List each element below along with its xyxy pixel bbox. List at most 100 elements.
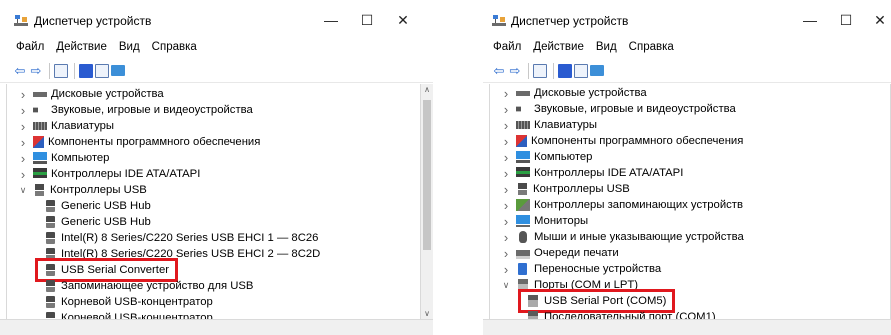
chevron-right-icon[interactable]: › <box>16 135 30 150</box>
chevron-right-icon[interactable]: › <box>499 198 513 213</box>
tree-item-label: Дисковые устройства <box>51 88 164 100</box>
tree-category[interactable]: › Мониторы <box>499 213 588 229</box>
tree-item-label: Корневой USB-концентратор <box>61 296 213 308</box>
menu-view[interactable]: Вид <box>119 41 140 53</box>
chevron-right-icon[interactable]: › <box>499 150 513 165</box>
chevron-right-icon[interactable]: › <box>499 102 513 117</box>
menu-action[interactable]: Действие <box>533 41 584 53</box>
tree-device[interactable]: Корневой USB-концентратор <box>44 294 213 310</box>
tree-category[interactable]: › Звуковые, игровые и видеоустройства <box>499 101 736 117</box>
chevron-right-icon[interactable]: › <box>16 119 30 134</box>
menu-view[interactable]: Вид <box>596 41 617 53</box>
tree-category[interactable]: ∨ Контроллеры USB <box>16 182 147 198</box>
tree-item-label: Очереди печати <box>534 247 619 259</box>
device-manager-window-left: Диспетчер устройств — ☐ ✕ Файл Действие … <box>0 0 433 335</box>
tree-item-label: Клавиатуры <box>534 119 598 131</box>
forward-arrow-icon[interactable]: ⇨ <box>29 62 43 80</box>
toolbar-separator <box>49 62 50 79</box>
view-icon[interactable] <box>574 62 588 80</box>
toolbar-separator <box>553 62 554 79</box>
help-icon[interactable] <box>79 62 93 80</box>
chevron-right-icon[interactable]: › <box>16 151 30 166</box>
tree-category[interactable]: › Дисковые устройства <box>499 85 647 101</box>
menu-file[interactable]: Файл <box>493 41 521 53</box>
tree-category[interactable]: › Очереди печати <box>499 245 619 261</box>
chevron-right-icon[interactable]: › <box>16 167 30 182</box>
tree-category[interactable]: › Контроллеры запоминающих устройств <box>499 197 743 213</box>
tree-category[interactable]: › Компьютер <box>499 149 593 165</box>
tree-category[interactable]: › Компоненты программного обеспечения <box>499 133 744 149</box>
menu-file[interactable]: Файл <box>16 41 44 53</box>
chevron-down-icon[interactable]: ∨ <box>16 185 30 196</box>
forward-arrow-icon[interactable]: ⇨ <box>508 62 522 80</box>
tree-device[interactable]: Запоминающее устройство для USB <box>44 278 253 294</box>
scroll-up-arrow-icon[interactable]: ∧ <box>421 85 433 94</box>
scan-hardware-icon[interactable] <box>111 62 125 80</box>
chevron-right-icon[interactable]: › <box>16 103 30 118</box>
minimize-button[interactable]: — <box>797 9 823 31</box>
device-manager-icon <box>14 15 28 26</box>
port-device-icon <box>528 311 538 319</box>
tree-category[interactable]: › Дисковые устройства <box>16 86 164 102</box>
scroll-down-arrow-icon[interactable]: ∨ <box>421 309 433 318</box>
chevron-right-icon[interactable]: › <box>16 87 30 102</box>
tree-category[interactable]: › Звуковые, игровые и видеоустройства <box>16 102 253 118</box>
tree-item-label: Контроллеры USB <box>533 183 630 195</box>
tree-item-label: Клавиатуры <box>51 120 115 132</box>
menu-help[interactable]: Справка <box>152 41 197 53</box>
disk-drive-icon <box>516 87 530 99</box>
tree-category[interactable]: › Компьютер <box>16 150 110 166</box>
window-title: Диспетчер устройств <box>511 14 629 28</box>
scrollbar-thumb[interactable] <box>423 100 431 250</box>
tree-item-label: Контроллеры запоминающих устройств <box>534 199 743 211</box>
tree-device[interactable]: Intel(R) 8 Series/C220 Series USB EHCI 1… <box>44 230 318 246</box>
chevron-right-icon[interactable]: › <box>499 182 513 197</box>
vertical-scrollbar[interactable]: ∧ ∨ <box>421 84 433 319</box>
keyboard-icon <box>33 122 47 130</box>
usb-device-icon <box>46 216 55 228</box>
close-button[interactable]: ✕ <box>867 9 891 31</box>
chevron-right-icon[interactable]: › <box>499 86 513 101</box>
back-arrow-icon[interactable]: ⇦ <box>13 62 27 80</box>
chevron-right-icon[interactable]: › <box>499 230 513 245</box>
maximize-button[interactable]: ☐ <box>354 9 380 31</box>
menu-action[interactable]: Действие <box>56 41 107 53</box>
tree-category[interactable]: › Мыши и иные указывающие устройства <box>499 229 744 245</box>
chevron-right-icon[interactable]: › <box>499 214 513 229</box>
chevron-right-icon[interactable]: › <box>499 166 513 181</box>
computer-icon <box>33 152 47 164</box>
tree-category[interactable]: › Компоненты программного обеспечения <box>16 134 261 150</box>
properties-icon[interactable] <box>54 62 68 80</box>
tree-category[interactable]: › Клавиатуры <box>16 118 114 134</box>
menu-help[interactable]: Справка <box>629 41 674 53</box>
device-manager-icon <box>492 15 506 26</box>
help-icon[interactable] <box>558 62 572 80</box>
scan-hardware-icon[interactable] <box>590 62 604 80</box>
tree-item-label: Контроллеры USB <box>50 184 147 196</box>
tree-category[interactable]: › Контроллеры IDE ATA/ATAPI <box>16 166 201 182</box>
tree-category[interactable]: › Контроллеры USB <box>499 181 630 197</box>
maximize-button[interactable]: ☐ <box>833 9 859 31</box>
tree-device[interactable]: Generic USB Hub <box>44 198 151 214</box>
tree-item-label: Контроллеры IDE ATA/ATAPI <box>51 168 201 180</box>
tree-item-label: Мыши и иные указывающие устройства <box>534 231 744 243</box>
tree-device[interactable]: Generic USB Hub <box>44 214 151 230</box>
chevron-down-icon[interactable]: ∨ <box>499 280 513 291</box>
minimize-button[interactable]: — <box>318 9 344 31</box>
back-arrow-icon[interactable]: ⇦ <box>492 62 506 80</box>
chevron-right-icon[interactable]: › <box>499 246 513 261</box>
toolbar-separator <box>74 62 75 79</box>
close-button[interactable]: ✕ <box>390 9 416 31</box>
tree-category[interactable]: › Контроллеры IDE ATA/ATAPI <box>499 165 684 181</box>
tree-item-label: Дисковые устройства <box>534 87 647 99</box>
properties-icon[interactable] <box>533 62 547 80</box>
tree-category[interactable]: › Клавиатуры <box>499 117 597 133</box>
device-tree: › Дисковые устройства › Звуковые, игровые и… <box>489 84 891 319</box>
chevron-right-icon[interactable]: › <box>499 134 513 149</box>
tree-device[interactable]: Последовательный порт (COM1) <box>527 309 716 319</box>
chevron-right-icon[interactable]: › <box>499 118 513 133</box>
view-icon[interactable] <box>95 62 109 80</box>
chevron-right-icon[interactable]: › <box>499 262 513 277</box>
tree-device[interactable]: Корневой USB-концентратор <box>44 310 213 319</box>
tree-category[interactable]: › Переносные устройства <box>499 261 661 277</box>
